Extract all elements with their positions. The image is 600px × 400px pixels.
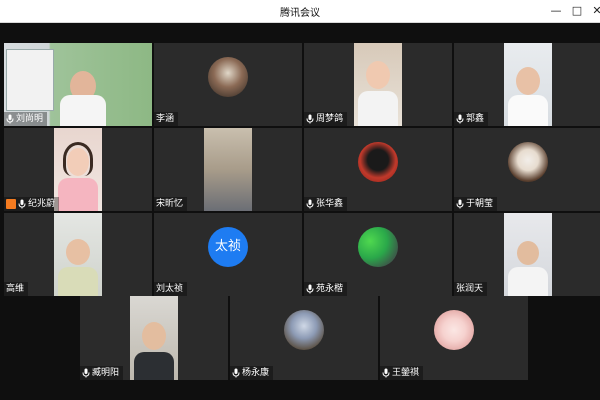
- screen-share-icon: [6, 198, 16, 209]
- participant-name: 周梦鸽: [304, 112, 348, 126]
- participant-name: 李涵: [154, 112, 179, 126]
- participant-tile[interactable]: 高维: [4, 213, 152, 296]
- participant-name: 王鎣祺: [380, 366, 424, 380]
- video-feed: [504, 213, 552, 296]
- microphone-icon: [82, 368, 90, 378]
- participant-name: 张华鑫: [304, 197, 348, 211]
- text-avatar: 太祯: [208, 227, 248, 267]
- video-feed: [54, 128, 102, 211]
- participant-name: 杨永康: [230, 366, 274, 380]
- avatar: [284, 310, 324, 350]
- participant-name: 高维: [4, 282, 29, 296]
- video-feed: [204, 128, 252, 211]
- participant-name: 苑永楷: [304, 282, 348, 296]
- minimize-button[interactable]: —: [546, 0, 566, 22]
- avatar: [208, 57, 248, 97]
- microphone-icon: [456, 199, 464, 209]
- microphone-icon: [6, 114, 14, 124]
- participant-tile[interactable]: 张华鑫: [304, 128, 452, 211]
- microphone-icon: [306, 199, 314, 209]
- microphone-icon: [306, 114, 314, 124]
- participant-tile[interactable]: 苑永楷: [304, 213, 452, 296]
- maximize-button[interactable]: □: [567, 0, 587, 22]
- participant-name: 刘尚明: [4, 112, 48, 126]
- avatar: [434, 310, 474, 350]
- video-feed: [354, 43, 402, 126]
- avatar: [358, 227, 398, 267]
- window-title: 腾讯会议: [280, 8, 320, 19]
- microphone-icon: [18, 199, 26, 209]
- participant-tile[interactable]: 李涵: [154, 43, 302, 126]
- participant-tile[interactable]: 宋昕忆: [154, 128, 302, 211]
- avatar: [358, 142, 398, 182]
- participant-tile[interactable]: 纪兆蔚: [4, 128, 152, 211]
- video-feed: [130, 296, 178, 380]
- participant-tile[interactable]: 于朝莹: [454, 128, 600, 211]
- participant-name: 郭鑫: [454, 112, 489, 126]
- participant-name: 张润天: [454, 282, 488, 296]
- participant-tile[interactable]: 杨永康: [230, 296, 378, 380]
- microphone-icon: [456, 114, 464, 124]
- participant-tile[interactable]: 张润天: [454, 213, 600, 296]
- participant-name: 于朝莹: [454, 197, 498, 211]
- video-feed: [504, 43, 552, 126]
- participant-tile[interactable]: 刘尚明: [4, 43, 152, 126]
- participant-name: 臧明阳: [80, 366, 124, 380]
- participant-tile[interactable]: 郭鑫: [454, 43, 600, 126]
- participant-tile[interactable]: 太祯 刘太祯: [154, 213, 302, 296]
- microphone-icon: [382, 368, 390, 378]
- meeting-window: 腾讯会议 — □ ✕ 刘尚明 李涵 周梦鸽 郭鑫 纪兆蔚 宋昕忆 张华鑫 于朝莹…: [0, 0, 600, 400]
- close-button[interactable]: ✕: [587, 0, 600, 22]
- microphone-icon: [232, 368, 240, 378]
- participant-name: 刘太祯: [154, 282, 188, 296]
- avatar: [508, 142, 548, 182]
- microphone-icon: [306, 284, 314, 294]
- participant-tile[interactable]: 王鎣祺: [380, 296, 528, 380]
- participant-name: 纪兆蔚: [4, 197, 60, 211]
- title-bar[interactable]: 腾讯会议 — □ ✕: [0, 0, 600, 23]
- participant-tile[interactable]: 周梦鸽: [304, 43, 452, 126]
- participant-tile[interactable]: 臧明阳: [80, 296, 228, 380]
- video-feed: [54, 213, 102, 296]
- participant-name: 宋昕忆: [154, 197, 188, 211]
